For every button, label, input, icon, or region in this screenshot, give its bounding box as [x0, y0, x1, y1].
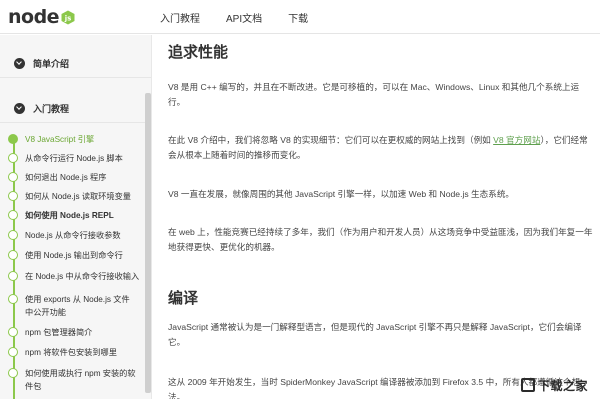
toc-dot-icon [8, 250, 18, 260]
toc-item-label: npm 包管理器简介 [25, 328, 93, 337]
toc-item-npm-execute[interactable]: 如何使用或执行 npm 安装的软件包 [8, 367, 146, 393]
toc-item-label: 在 Node.js 中从命令行接收输入 [25, 272, 140, 281]
toc-item-v8-engine[interactable]: V8 JavaScript 引擎 [8, 133, 146, 146]
toc-item-env-vars[interactable]: 如何从 Node.js 读取环境变量 [8, 190, 146, 203]
toc-item-label: V8 JavaScript 引擎 [25, 135, 95, 144]
logo-hexagon-icon: js [61, 10, 75, 24]
toc-dot-icon [8, 191, 18, 201]
toc-item-run-script[interactable]: 从命令行运行 Node.js 脚本 [8, 152, 146, 165]
watermark-logo: 下载之家 [521, 374, 598, 396]
toc-dot-icon [8, 368, 18, 378]
toc-item-label: 使用 exports 从 Node.js 文件中公开功能 [25, 295, 130, 317]
toc-item-label: 如何使用或执行 npm 安装的软件包 [25, 369, 136, 391]
toc-item-exit[interactable]: 如何退出 Node.js 程序 [8, 171, 146, 184]
toc-item-input[interactable]: 在 Node.js 中从命令行接收输入 [8, 270, 146, 283]
sidebar: 简单介绍 入门教程 V8 JavaScript 引擎 从命令行运行 Node.j… [0, 35, 152, 399]
toc-dot-icon [8, 134, 18, 144]
toc-dot-icon [8, 271, 18, 281]
toc-item-label: 如何退出 Node.js 程序 [25, 173, 107, 182]
watermark-text: 下载之家 [538, 378, 589, 393]
toc-dot-icon [8, 210, 18, 220]
toc-dot-icon [8, 230, 18, 240]
nav-download[interactable]: 下载 [288, 10, 308, 25]
paragraph-v8-intro: 在此 V8 介绍中，我们将忽略 V8 的实现细节：它们可以在更权威的网站上找到（… [168, 133, 593, 163]
main-content: 追求性能 V8 是用 C++ 编写的，并且在不断改进。它是可移植的，可以在 Ma… [165, 35, 595, 399]
toc-item-npm-install-location[interactable]: npm 将软件包安装到哪里 [8, 346, 146, 359]
toc-dot-icon [8, 327, 18, 337]
toc-item-repl[interactable]: 如何使用 Node.js REPL [8, 209, 146, 222]
toc-item-label: 使用 Node.js 输出到命令行 [25, 251, 123, 260]
toc-item-exports[interactable]: 使用 exports 从 Node.js 文件中公开功能 [8, 293, 146, 319]
toc-item-label: 如何从 Node.js 读取环境变量 [25, 192, 131, 201]
toc-item-label: 从命令行运行 Node.js 脚本 [25, 154, 123, 163]
top-nav: 入门教程 API文档 下载 [160, 0, 334, 34]
section-label: 简单介绍 [33, 59, 70, 69]
section-label: 入门教程 [33, 104, 70, 114]
chevron-down-icon [14, 58, 25, 69]
sidebar-section-intro[interactable]: 简单介绍 [0, 50, 151, 78]
paragraph-text: 在此 V8 介绍中，我们将忽略 V8 的实现细节：它们可以在更权威的网站上找到（… [168, 135, 494, 145]
heading-performance: 追求性能 [168, 44, 229, 61]
nav-tutorial[interactable]: 入门教程 [160, 10, 200, 25]
paragraph-portability: V8 是用 C++ 编写的，并且在不断改进。它是可移植的，可以在 Mac、Win… [168, 82, 580, 107]
svg-text:js: js [64, 14, 72, 22]
toc-item-label: npm 将软件包安装到哪里 [25, 348, 117, 357]
top-header: node js 入门教程 API文档 下载 [0, 0, 600, 34]
v8-official-site-link[interactable]: V8 官方网站 [493, 135, 540, 145]
toc-dot-icon [8, 347, 18, 357]
toc-item-args[interactable]: Node.js 从命令行接收参数 [8, 229, 146, 242]
nav-api-docs[interactable]: API文档 [226, 10, 262, 25]
heading-compilation: 编译 [168, 290, 199, 307]
watermark-box-icon [521, 378, 535, 392]
paragraph-interpreted: JavaScript 通常被认为是一门解释型语言，但是现代的 JavaScrip… [168, 322, 582, 347]
sidebar-section-tutorial[interactable]: 入门教程 [0, 95, 151, 123]
toc-item-npm-intro[interactable]: npm 包管理器简介 [8, 326, 146, 339]
toc-item-output[interactable]: 使用 Node.js 输出到命令行 [8, 249, 146, 262]
nodejs-logo[interactable]: node js [8, 6, 75, 28]
toc-dot-icon [8, 172, 18, 182]
logo-text: node [8, 6, 60, 28]
paragraph-performance-race: 在 web 上，性能竞赛已经持续了多年，我们（作为用户和开发人员）从这场竞争中受… [168, 227, 593, 252]
toc-dot-icon [8, 153, 18, 163]
paragraph-v8-evolving: V8 一直在发展，就像周围的其他 JavaScript 引擎一样，以加速 Web… [168, 189, 515, 199]
toc-dot-icon [8, 294, 18, 304]
chevron-down-icon [14, 103, 25, 114]
toc-item-label: Node.js 从命令行接收参数 [25, 231, 121, 240]
toc-item-label: 如何使用 Node.js REPL [25, 211, 114, 220]
